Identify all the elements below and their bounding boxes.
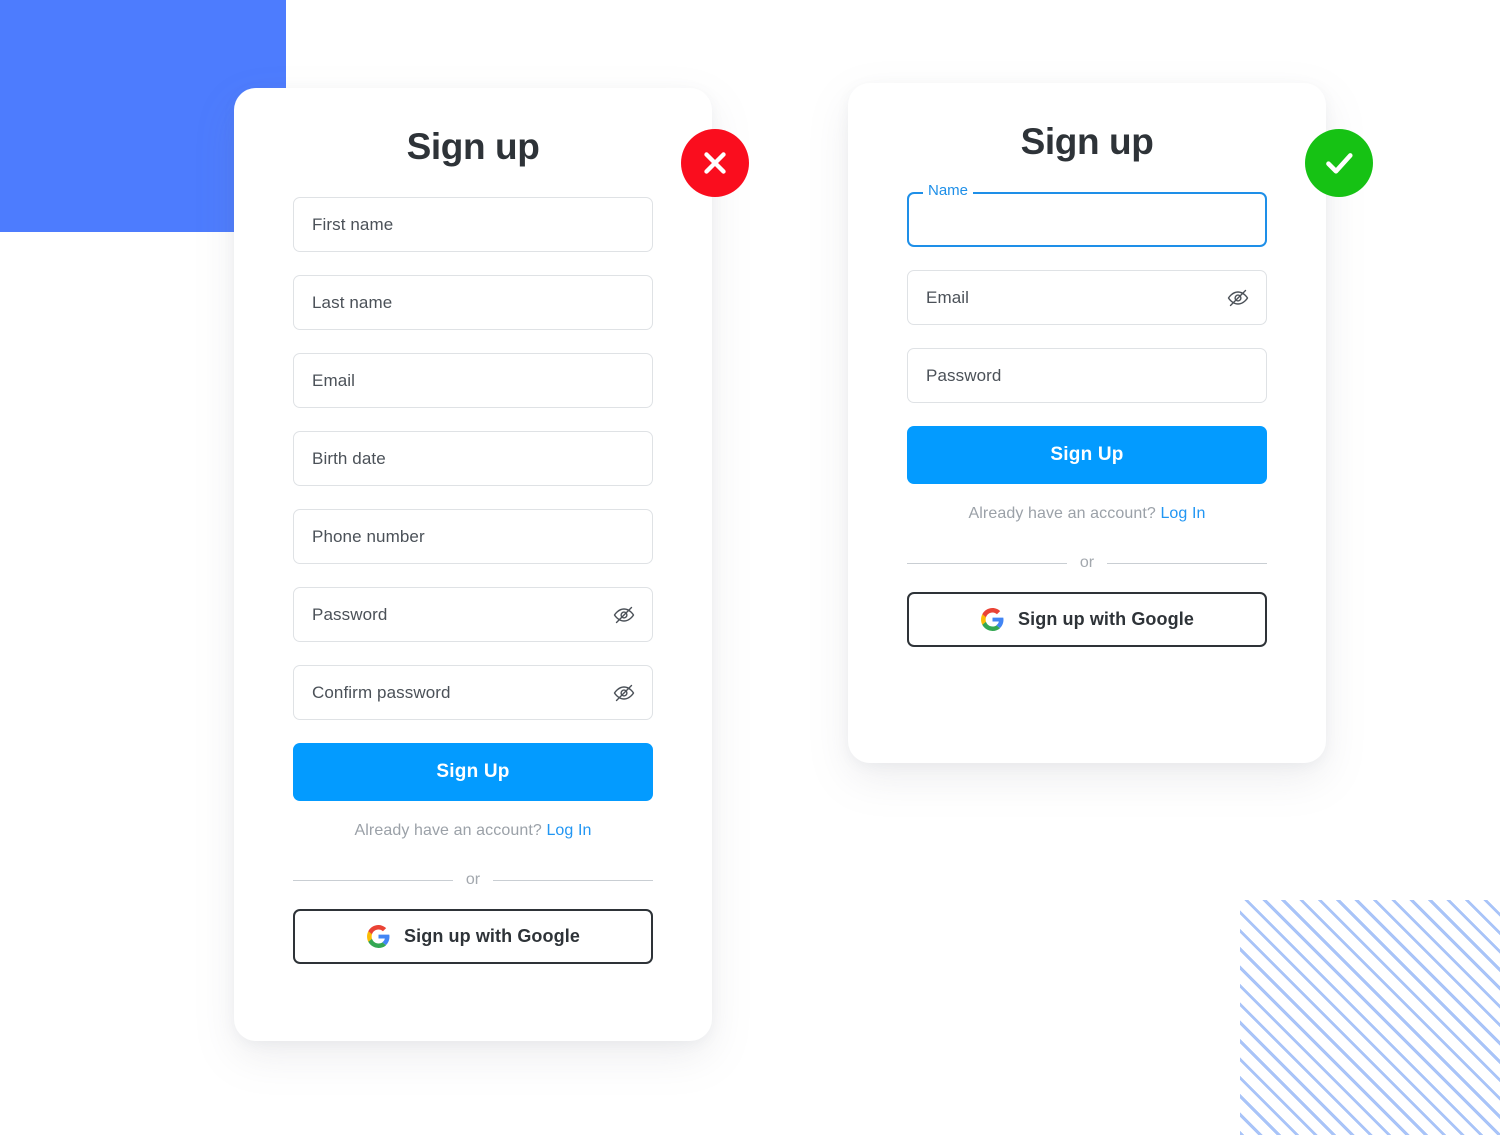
or-divider-left: or [293, 871, 654, 889]
divider-line-left [293, 879, 453, 881]
field-label-password: Password [312, 604, 388, 624]
google-icon [366, 924, 391, 949]
login-link[interactable]: Log In [546, 822, 591, 839]
eye-off-icon[interactable] [1226, 286, 1250, 310]
google-signup-label: Sign up with Google [1018, 609, 1194, 629]
field-label-password-right: Password [926, 365, 1002, 385]
field-password-right[interactable]: Password [907, 348, 1267, 403]
eye-off-icon[interactable] [612, 603, 636, 627]
page-title-left: Sign up [406, 126, 540, 167]
decorative-striped-square [1240, 900, 1500, 1135]
field-label-confirm-password: Confirm password [312, 682, 451, 702]
field-label-phone-number: Phone number [312, 526, 425, 546]
field-confirm-password[interactable]: Confirm password [293, 665, 653, 720]
google-icon [980, 607, 1005, 632]
field-password[interactable]: Password [293, 587, 653, 642]
field-label-first-name: First name [312, 214, 394, 234]
signup-card-success: Sign up Name Email Password Sign Up Alre… [848, 83, 1326, 763]
check-icon [1326, 153, 1353, 174]
divider-label: or [1079, 554, 1095, 571]
field-label-email: Email [312, 370, 356, 390]
field-floating-label-name: Name [923, 183, 974, 198]
divider-label: or [465, 871, 481, 888]
google-signup-button-right[interactable]: Sign up with Google [907, 592, 1267, 647]
status-badge-error [681, 129, 749, 197]
divider-line-right [493, 879, 654, 881]
field-email-right[interactable]: Email [907, 270, 1267, 325]
field-label-birth-date: Birth date [312, 448, 386, 468]
name-input[interactable] [927, 194, 1247, 245]
field-email[interactable]: Email [293, 353, 653, 408]
field-birth-date[interactable]: Birth date [293, 431, 653, 486]
login-helper-right: Already have an account? Log In [907, 505, 1267, 523]
field-name-focused[interactable]: Name [907, 183, 1267, 247]
divider-line-right [1107, 562, 1268, 564]
login-link[interactable]: Log In [1160, 505, 1205, 522]
field-label-email-right: Email [926, 287, 970, 307]
signup-submit-button-left[interactable]: Sign Up [293, 743, 653, 801]
signup-card-error: Sign up First name Last name Email Birth… [234, 88, 712, 1041]
eye-off-icon[interactable] [612, 681, 636, 705]
signup-submit-button-right[interactable]: Sign Up [907, 426, 1267, 484]
page-title-right: Sign up [1020, 121, 1154, 162]
or-divider-right: or [907, 554, 1268, 572]
google-signup-label: Sign up with Google [404, 926, 580, 946]
divider-line-left [907, 562, 1067, 564]
login-helper-text: Already have an account? [968, 505, 1156, 522]
google-signup-button-left[interactable]: Sign up with Google [293, 909, 653, 964]
login-helper-text: Already have an account? [354, 822, 542, 839]
field-first-name[interactable]: First name [293, 197, 653, 252]
screen-root: Sign up First name Last name Email Birth… [0, 0, 1500, 1135]
field-last-name[interactable]: Last name [293, 275, 653, 330]
field-label-last-name: Last name [312, 292, 393, 312]
field-phone-number[interactable]: Phone number [293, 509, 653, 564]
close-icon [704, 152, 726, 174]
login-helper-left: Already have an account? Log In [293, 822, 653, 840]
status-badge-success [1305, 129, 1373, 197]
